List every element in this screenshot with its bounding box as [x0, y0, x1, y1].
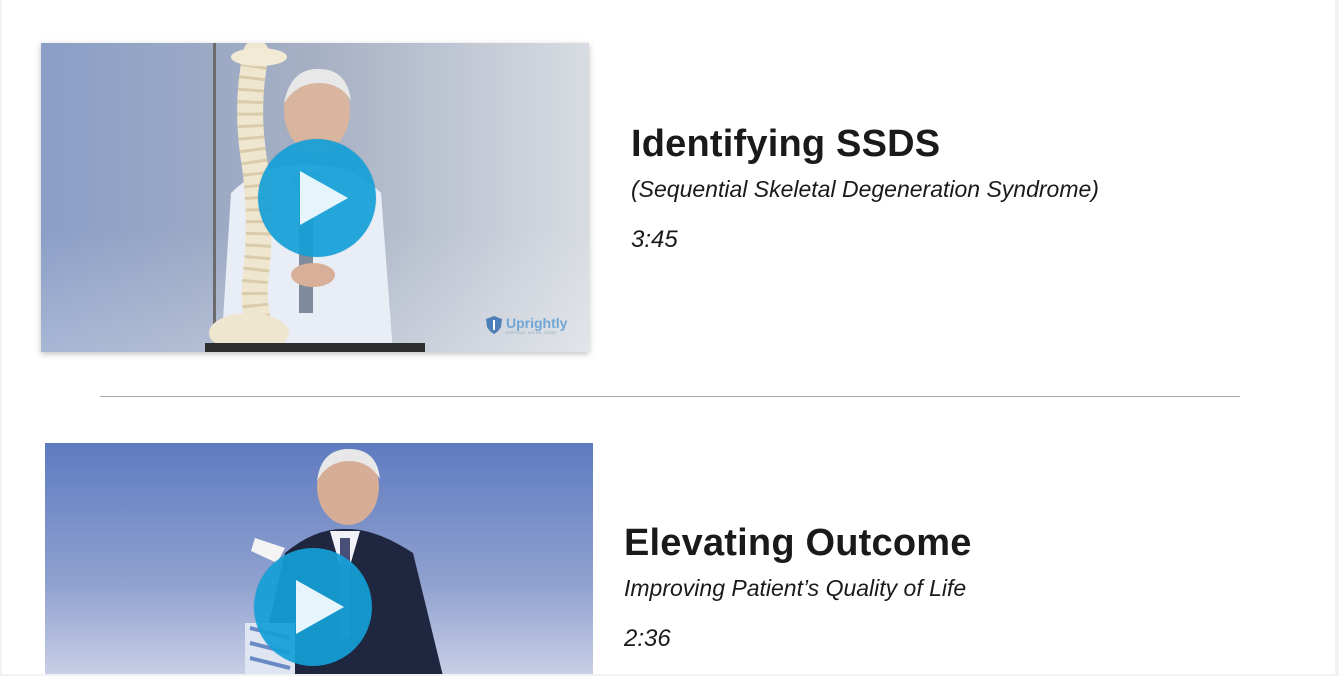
play-button[interactable] [254, 548, 372, 666]
video-title[interactable]: Elevating Outcome [624, 522, 972, 565]
video-duration: 2:36 [624, 625, 671, 652]
video-subtitle: (Sequential Skeletal Degeneration Syndro… [631, 176, 1099, 202]
video-title[interactable]: Identifying SSDS [631, 123, 940, 166]
play-button[interactable] [258, 139, 376, 257]
divider [100, 396, 1240, 397]
uprightly-logo: Uprightly VIRTUAL SPINE CARE [485, 315, 567, 335]
play-icon [300, 171, 348, 225]
play-icon [296, 580, 344, 634]
video-thumbnail-identifying-ssds[interactable]: Uprightly VIRTUAL SPINE CARE [41, 43, 589, 352]
logo-text: Uprightly [506, 314, 568, 331]
shield-logo-icon [486, 316, 502, 334]
video-list-page: Uprightly VIRTUAL SPINE CARE Identifying… [2, 0, 1335, 674]
video-duration: 3:45 [631, 226, 678, 253]
video-subtitle: Improving Patient’s Quality of Life [624, 575, 967, 601]
video-thumbnail-elevating-outcome[interactable] [45, 443, 593, 674]
